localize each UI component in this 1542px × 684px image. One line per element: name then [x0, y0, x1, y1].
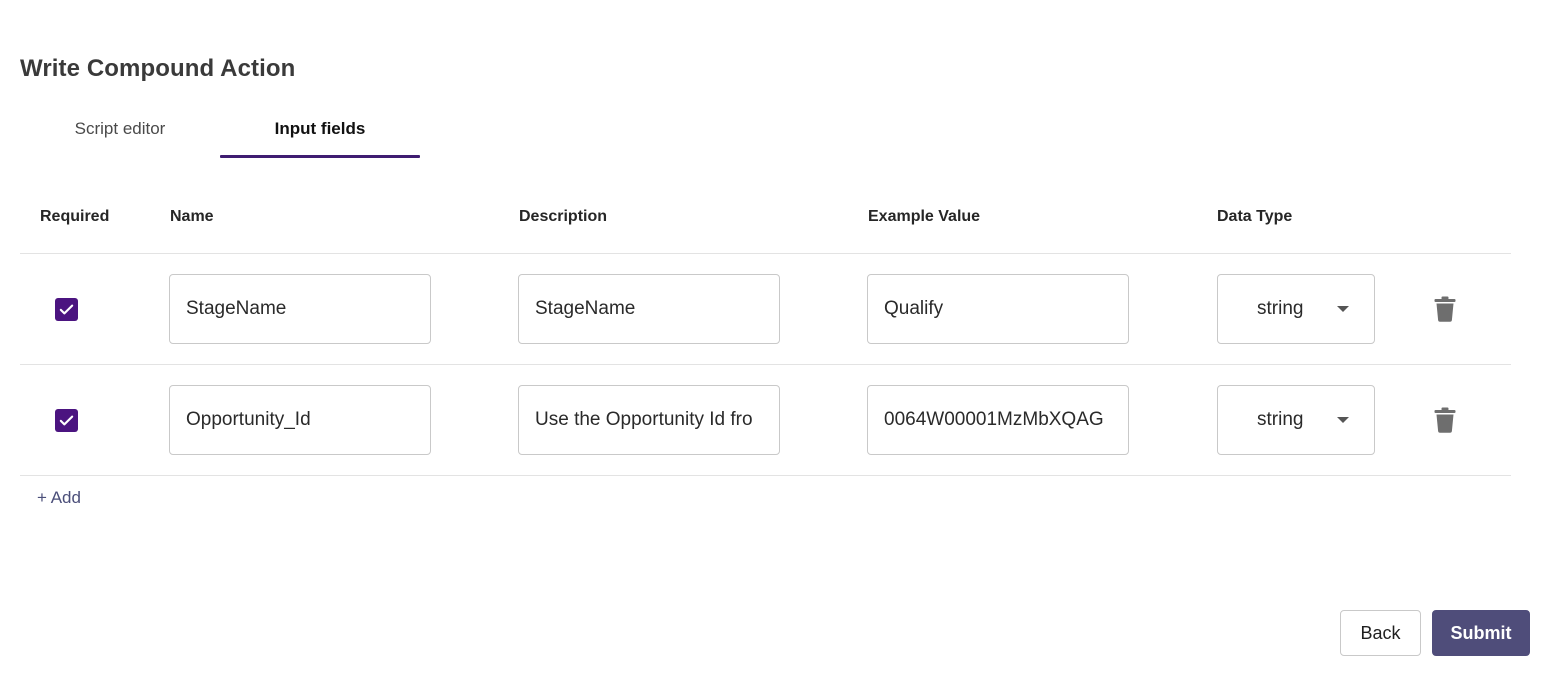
data-type-select[interactable]: string [1217, 385, 1375, 455]
column-header-required: Required [40, 208, 110, 225]
page-title: Write Compound Action [20, 55, 296, 82]
check-icon [59, 415, 74, 426]
column-header-name: Name [170, 208, 214, 225]
required-checkbox[interactable] [55, 409, 78, 432]
tab-input-fields-label: Input fields [274, 119, 366, 138]
data-type-select[interactable]: string [1217, 274, 1375, 344]
data-type-value: string [1257, 298, 1304, 319]
tab-bar: Script editor Input fields [20, 110, 440, 158]
active-tab-indicator [220, 155, 420, 158]
example-value-input[interactable] [867, 274, 1129, 344]
tab-input-fields[interactable]: Input fields [220, 110, 420, 158]
description-input[interactable] [518, 274, 780, 344]
submit-button[interactable]: Submit [1432, 610, 1530, 656]
data-type-value: string [1257, 409, 1304, 430]
caret-down-icon [1337, 417, 1349, 423]
back-button[interactable]: Back [1340, 610, 1421, 656]
add-field-button[interactable]: + Add [37, 488, 81, 508]
tab-script-editor[interactable]: Script editor [20, 110, 220, 158]
table-row: string [0, 385, 1542, 455]
description-input[interactable] [518, 385, 780, 455]
caret-down-icon [1337, 306, 1349, 312]
column-header-data-type: Data Type [1217, 208, 1293, 225]
divider [20, 364, 1511, 365]
check-icon [59, 304, 74, 315]
column-header-example-value: Example Value [868, 208, 981, 225]
name-input[interactable] [169, 274, 431, 344]
required-checkbox[interactable] [55, 298, 78, 321]
table-row: string [0, 274, 1542, 344]
name-input[interactable] [169, 385, 431, 455]
example-value-input[interactable] [867, 385, 1129, 455]
divider [20, 475, 1511, 476]
trash-icon[interactable] [1434, 407, 1456, 433]
divider [20, 253, 1511, 254]
trash-icon[interactable] [1434, 296, 1456, 322]
column-header-description: Description [519, 208, 608, 225]
